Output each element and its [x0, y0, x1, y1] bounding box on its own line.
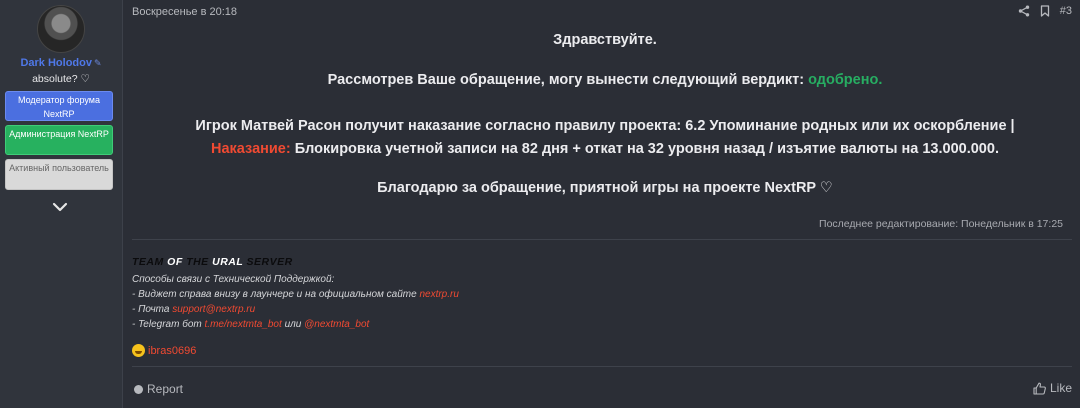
- divider: [132, 239, 1072, 240]
- penalty-line: Игрок Матвей Расон получит наказание сог…: [195, 118, 1015, 134]
- share-icon[interactable]: [1018, 5, 1030, 17]
- signature-email-line: - Почта support@nextrp.ru: [132, 304, 256, 315]
- penalty-text: Блокировка учетной записи на 82 дня + от…: [294, 141, 999, 157]
- reactions-bar[interactable]: ibras0696: [132, 344, 196, 357]
- post-timestamp[interactable]: Воскресенье в 20:18: [132, 6, 237, 18]
- like-icon: [1033, 382, 1046, 395]
- verdict-line: Рассмотрев Ваше обращение, могу вынести …: [130, 72, 1080, 88]
- post-number-link[interactable]: #3: [1060, 5, 1072, 17]
- greeting: Здравствуйте.: [553, 32, 657, 48]
- signature-team: TEAM OF THE URAL SERVER: [132, 256, 293, 268]
- report-icon: [134, 384, 143, 394]
- badge-forum-moderator: Модератор форума NextRP: [5, 91, 113, 121]
- telegram-link[interactable]: t.me/nextmta_bot: [205, 319, 282, 330]
- signature-widget-line: - Виджет справа внизу в лаунчере и на оф…: [132, 289, 459, 300]
- avatar[interactable]: [37, 5, 85, 53]
- pencil-icon: ✎: [93, 58, 102, 68]
- telegram-bot-link[interactable]: @nextmta_bot: [304, 319, 369, 330]
- last-edited: Последнее редактирование: Понедельник в …: [819, 218, 1063, 230]
- badge-administration: Администрация NextRP: [5, 125, 113, 155]
- thanks-line: Благодарю за обращение, приятной игры на…: [377, 180, 833, 196]
- penalty-detail: Наказание: Блокировка учетной записи на …: [130, 141, 1080, 157]
- reaction-user[interactable]: ibras0696: [148, 345, 196, 357]
- signature-support-heading: Способы связи с Технической Поддержкой:: [132, 274, 335, 285]
- laughing-emoji-icon: [132, 344, 145, 357]
- nextrp-link[interactable]: nextrp.ru: [419, 289, 458, 300]
- author-sidebar: Dark Holodov ✎ absolute? ♡ Модератор фору…: [0, 0, 123, 408]
- post-header-actions: #3: [1018, 5, 1072, 17]
- bookmark-icon[interactable]: [1040, 5, 1050, 17]
- verdict-value: одобрено.: [808, 72, 883, 88]
- like-button[interactable]: Like: [1033, 381, 1072, 395]
- support-email-link[interactable]: support@nextrp.ru: [172, 304, 255, 315]
- author-title: absolute? ♡: [32, 73, 90, 85]
- badge-active-user: Активный пользователь: [5, 159, 113, 190]
- author-name-link[interactable]: Dark Holodov ✎: [0, 57, 122, 69]
- report-button[interactable]: Report: [134, 382, 183, 396]
- penalty-label: Наказание:: [211, 141, 291, 157]
- signature-telegram-line: - Telegram бот t.me/nextmta_bot или @nex…: [132, 319, 370, 330]
- divider: [132, 366, 1072, 367]
- chevron-down-icon[interactable]: [51, 200, 69, 214]
- verdict-prefix: Рассмотрев Ваше обращение, могу вынести …: [327, 72, 805, 88]
